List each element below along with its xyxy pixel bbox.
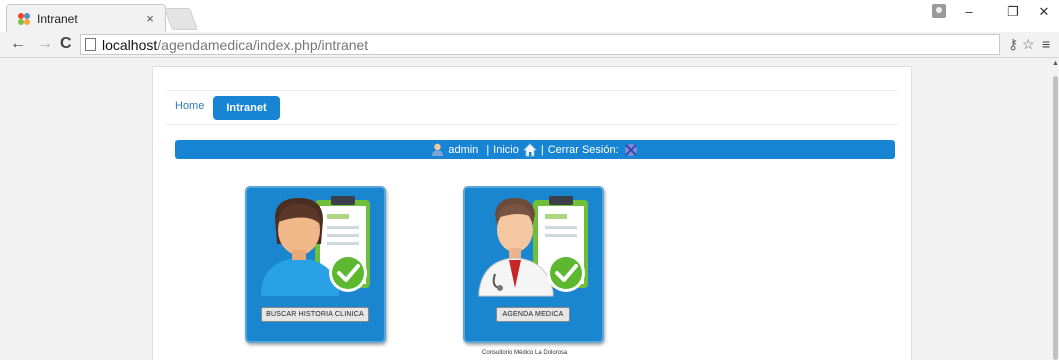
user-icon [432,143,444,156]
url-text: localhost/agendamedica/index.php/intrane… [102,36,369,53]
nav-home-link[interactable]: Home [175,100,204,112]
nav-intranet-tab[interactable]: Intranet [213,96,280,120]
browser-tabstrip: Intranet × – ❐ ✕ [0,0,1059,32]
user-bar: admin | Inicio | Cerrar Sesión: [175,140,895,159]
agenda-medica-button[interactable]: AGENDA MEDICA [496,307,570,322]
tab-close-icon[interactable]: × [141,11,159,26]
separator: | [486,143,490,156]
logout-icon[interactable] [623,142,639,158]
footer-text: Consultorio Médico La Dolorosa [482,350,568,356]
agenda-medica-tile[interactable]: AGENDA MEDICA [463,186,604,343]
tab-title: Intranet [37,11,78,26]
inicio-link[interactable]: Inicio [493,144,519,156]
page-viewport: Home Intranet admin | Inicio | Cerrar Se… [0,58,1059,360]
buscar-historia-clinica-tile[interactable]: BUSCAR HISTORIA CLINICA [245,186,386,343]
separator: | [540,143,544,156]
menu-icon[interactable]: ≡ [1042,36,1050,52]
new-tab-button[interactable] [163,8,199,30]
bookmark-star-icon[interactable]: ☆ [1022,36,1035,53]
cerrar-sesion-link[interactable]: Cerrar Sesión: [548,144,619,156]
forward-icon[interactable]: → [37,35,53,53]
main-panel: Home Intranet admin | Inicio | Cerrar Se… [152,66,912,360]
page-icon [85,38,96,51]
home-icon[interactable] [522,142,537,157]
browser-toolbar: ← → C localhost/agendamedica/index.php/i… [0,32,1059,58]
restore-icon[interactable]: ❐ [1003,4,1023,20]
browser-tab[interactable]: Intranet × [6,4,166,32]
scrollbar-thumb[interactable] [1053,76,1058,360]
back-icon[interactable]: ← [10,35,26,53]
reload-icon[interactable]: C [60,35,72,53]
minimize-icon[interactable]: – [959,4,979,19]
address-bar[interactable]: localhost/agendamedica/index.php/intrane… [80,34,1000,55]
buscar-historia-clinica-button[interactable]: BUSCAR HISTORIA CLINICA [261,307,369,322]
profile-icon[interactable] [932,4,946,18]
scrollbar[interactable]: ▲ [1052,58,1059,360]
joomla-favicon-icon [18,12,30,25]
divider [166,90,898,91]
username: admin [448,143,479,156]
key-icon[interactable]: ⚷ [1008,36,1018,53]
close-window-icon[interactable]: ✕ [1034,4,1054,20]
scroll-up-icon[interactable]: ▲ [1052,60,1059,67]
divider [166,124,898,125]
